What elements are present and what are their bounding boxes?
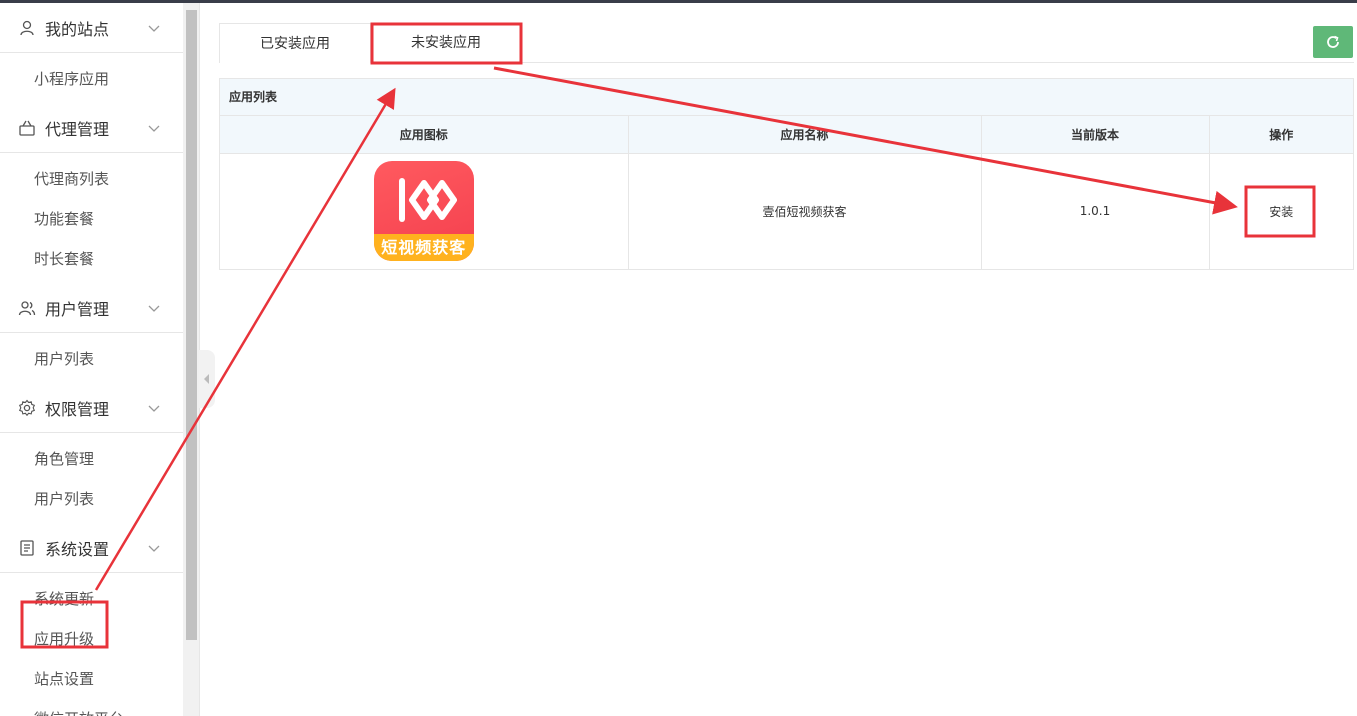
sidebar-group-my-site[interactable]: 我的站点: [0, 3, 183, 53]
sidebar-group-label: 我的站点: [45, 19, 110, 39]
sidebar-item-feature-package[interactable]: 功能套餐: [0, 199, 183, 239]
app-logo-icon: 短视频获客: [373, 161, 474, 262]
sidebar-item-app-upgrade[interactable]: 应用升级: [0, 619, 183, 659]
gear-icon: [17, 398, 37, 418]
chevron-down-icon: [148, 545, 160, 552]
chevron-down-icon: [148, 405, 160, 412]
sidebar-item-user-list-2[interactable]: 用户列表: [0, 479, 183, 519]
sidebar-item-system-update[interactable]: 系统更新: [0, 579, 183, 619]
sidebar-collapse-handle[interactable]: [199, 350, 215, 408]
document-icon: [17, 538, 37, 558]
chevron-down-icon: [148, 25, 160, 32]
table-caption: 应用列表: [220, 79, 1353, 116]
column-header-version: 当前版本: [981, 116, 1210, 154]
column-header-action: 操作: [1209, 116, 1353, 154]
sidebar-group-label: 代理管理: [45, 119, 110, 139]
top-bar: [0, 0, 1357, 3]
sidebar-item-wechat-open-platform[interactable]: 微信开放平台: [0, 699, 183, 716]
user-icon: [17, 18, 37, 38]
sidebar-group-agent[interactable]: 代理管理: [0, 103, 183, 153]
version-cell: 1.0.1: [981, 153, 1210, 269]
sidebar-scrollbar-thumb[interactable]: [186, 10, 197, 640]
app-logo-text: 短视频获客: [381, 238, 467, 258]
app-name-cell: 壹佰短视频获客: [628, 153, 982, 269]
refresh-icon: [1327, 35, 1339, 48]
sidebar-group-permissions[interactable]: 权限管理: [0, 383, 183, 433]
table-header-row: 应用图标 应用名称 当前版本 操作: [220, 116, 1353, 154]
app-tabs: 已安装应用 未安装应用: [219, 23, 1354, 63]
sidebar-item-site-settings[interactable]: 站点设置: [0, 659, 183, 699]
action-cell: 安装: [1209, 153, 1353, 269]
sidebar-item-agent-list[interactable]: 代理商列表: [0, 159, 183, 199]
sidebar-group-users[interactable]: 用户管理: [0, 283, 183, 333]
chevron-left-icon: [204, 374, 209, 384]
sidebar-item-duration-package[interactable]: 时长套餐: [0, 239, 183, 279]
users-icon: [17, 298, 37, 318]
app-list-table: 应用列表 应用图标 应用名称 当前版本 操作 短视频获客 壹佰短视频获客 1.0…: [219, 78, 1354, 270]
app-icon-cell: 短视频获客: [220, 153, 629, 269]
sidebar: 我的站点 小程序应用 代理管理 代理商列表 功能套餐 时长套餐 用户管理 用户列…: [0, 3, 183, 716]
chevron-down-icon: [148, 305, 160, 312]
column-header-app-name: 应用名称: [628, 116, 982, 154]
chevron-down-icon: [148, 125, 160, 132]
sidebar-group-system-settings[interactable]: 系统设置: [0, 523, 183, 573]
tab-installed-apps[interactable]: 已安装应用: [219, 23, 371, 63]
sidebar-item-user-list[interactable]: 用户列表: [0, 339, 183, 379]
sidebar-group-label: 系统设置: [45, 539, 110, 559]
sidebar-item-role-management[interactable]: 角色管理: [0, 439, 183, 479]
table-row: 短视频获客 壹佰短视频获客 1.0.1 安装: [220, 153, 1353, 269]
tab-uninstalled-apps[interactable]: 未安装应用: [371, 23, 521, 63]
sidebar-item-miniprogram-apps[interactable]: 小程序应用: [0, 59, 183, 99]
column-header-app-icon: 应用图标: [220, 116, 629, 154]
sidebar-group-label: 权限管理: [45, 399, 110, 419]
sidebar-group-label: 用户管理: [45, 299, 110, 319]
install-button[interactable]: 安装: [1269, 205, 1293, 219]
basket-icon: [17, 118, 37, 138]
refresh-button[interactable]: [1313, 26, 1353, 58]
